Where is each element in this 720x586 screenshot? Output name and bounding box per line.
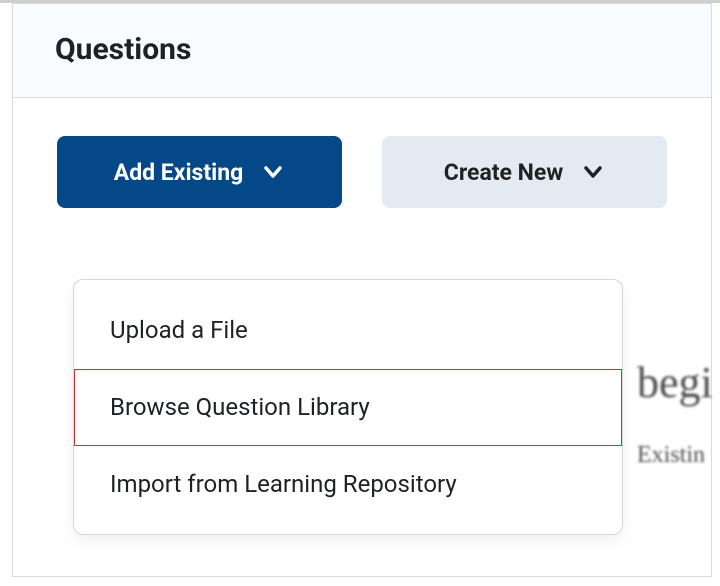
toolbar: Add Existing Create New [13,98,711,208]
chevron-down-icon [261,160,285,184]
dropdown-item-upload-file[interactable]: Upload a File [74,292,622,369]
dropdown-item-label: Upload a File [110,316,248,344]
dropdown-item-label: Import from Learning Repository [110,470,457,498]
section-title: Questions [55,32,191,67]
add-existing-button[interactable]: Add Existing [57,136,342,208]
dropdown-item-browse-question-library[interactable]: Browse Question Library [74,369,622,446]
create-new-label: Create New [444,159,563,186]
create-new-button[interactable]: Create New [382,136,667,208]
questions-panel: Questions Add Existing Create New begi E… [12,3,712,577]
chevron-down-icon [581,160,605,184]
section-header: Questions [13,4,711,98]
viewport: Questions Add Existing Create New begi E… [0,0,720,586]
add-existing-label: Add Existing [114,159,244,186]
background-text-fragment: Existin [637,442,705,469]
dropdown-item-label: Browse Question Library [110,393,370,421]
add-existing-dropdown: Upload a File Browse Question Library Im… [73,279,623,535]
dropdown-item-import-learning-repository[interactable]: Import from Learning Repository [74,446,622,523]
background-text-fragment: begi [637,357,713,408]
